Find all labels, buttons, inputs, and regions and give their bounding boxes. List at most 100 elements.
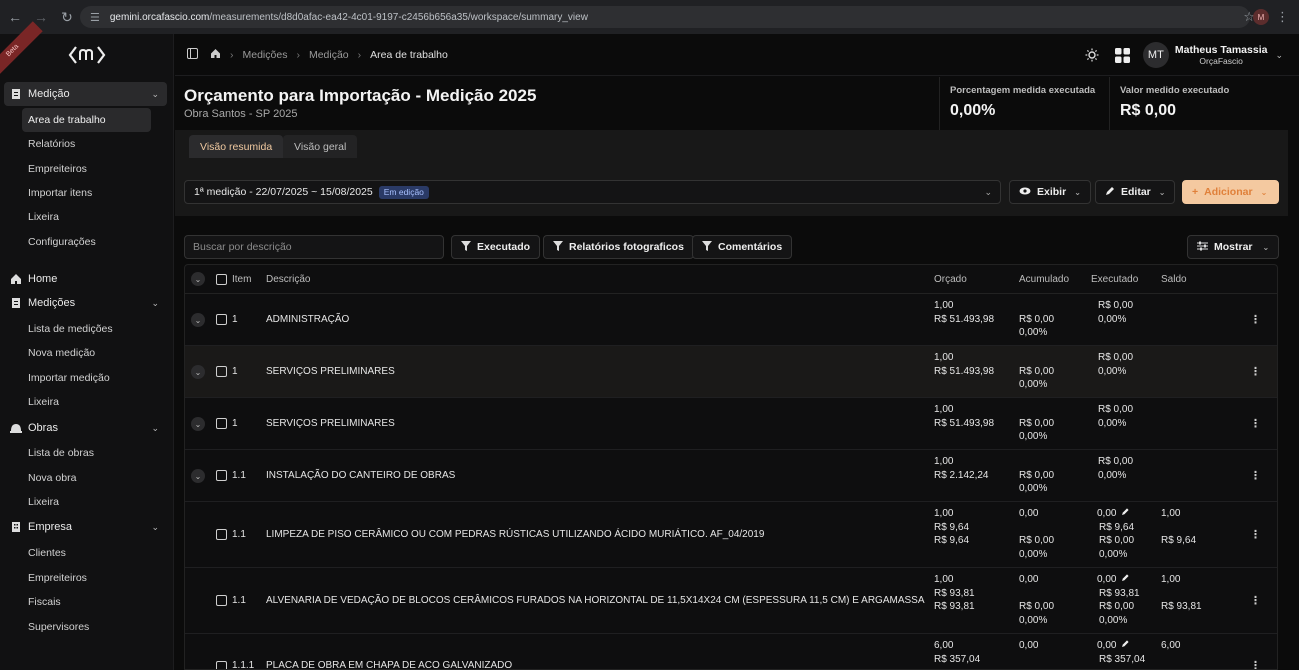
row-menu-icon[interactable]: ⋮ <box>1250 594 1261 607</box>
sidebar-item-empreiteiros[interactable]: Empreiteiros <box>22 157 151 181</box>
browser-menu-icon[interactable]: ⋮ <box>1276 9 1289 25</box>
address-bar[interactable]: ☰ gemini.orcafascio.com/measurements/d8d… <box>80 6 1250 28</box>
expand-all-icon[interactable]: ⌄ <box>191 272 205 286</box>
row-checkbox[interactable] <box>216 366 227 377</box>
chevron-down-icon[interactable]: ⌄ <box>191 417 205 431</box>
sidebar-item-empreiteiros-empresa[interactable]: Empreiteiros <box>22 566 151 590</box>
edit-pencil-icon[interactable] <box>1121 639 1130 653</box>
theme-toggle-icon[interactable] <box>1083 46 1101 64</box>
comentarios-filter-button[interactable]: Comentários <box>692 235 793 259</box>
table-row[interactable]: ⌄ 1 ADMINISTRAÇÃO 1,00 R$ 51.493,98 R$ 0,… <box>185 294 1277 346</box>
row-checkbox[interactable] <box>216 314 227 325</box>
row-checkbox[interactable] <box>216 418 227 429</box>
sidebar-item-lixeira-obras[interactable]: Lixeira <box>22 490 151 514</box>
table-row[interactable]: 1.1 LIMPEZA DE PISO CERÂMICO OU COM PEDR… <box>185 502 1277 568</box>
sidebar-section-home[interactable]: Home <box>4 267 167 291</box>
chevron-down-icon[interactable]: ⌄ <box>1275 50 1283 61</box>
reload-icon[interactable]: ↻ <box>56 6 78 28</box>
table-row[interactable]: ⌄ 1 SERVIÇOS PRELIMINARES 1,00 R$ 51.493,… <box>185 398 1277 450</box>
row-orcado: 1,00 R$ 51.493,98 <box>934 300 995 325</box>
sidebar-item-configuracoes[interactable]: Configurações <box>22 230 151 254</box>
row-menu-icon[interactable]: ⋮ <box>1250 528 1261 541</box>
row-menu-icon[interactable]: ⋮ <box>1250 313 1261 326</box>
exibir-button[interactable]: Exibir ⌄ <box>1009 180 1091 204</box>
profile-avatar[interactable]: M <box>1253 9 1269 25</box>
row-menu-icon[interactable]: ⋮ <box>1250 365 1261 378</box>
row-acumulado: 0,00 R$ 0,00 0,00% <box>1019 574 1055 626</box>
row-menu-icon[interactable]: ⋮ <box>1250 469 1261 482</box>
table-row[interactable]: 1.1 ALVENARIA DE VEDAÇÃO DE BLOCOS CERÂM… <box>185 568 1277 634</box>
adicionar-button[interactable]: + Adicionar ⌄ <box>1182 180 1279 204</box>
row-checkbox[interactable] <box>216 529 227 540</box>
sidebar-item-clientes[interactable]: Clientes <box>22 541 151 565</box>
chevron-down-icon: ⌄ <box>1260 187 1268 197</box>
chevron-down-icon[interactable]: ⌄ <box>191 365 205 379</box>
editar-button[interactable]: Editar ⌄ <box>1095 180 1176 204</box>
sidebar-toggle-icon[interactable] <box>187 48 198 62</box>
sidebar-section-empresa[interactable]: Empresa ⌄ <box>4 515 167 539</box>
sidebar-section-obras[interactable]: Obras ⌄ <box>4 416 167 440</box>
edit-pencil-icon[interactable] <box>1121 573 1130 587</box>
chevron-down-icon: ⌄ <box>1158 187 1166 197</box>
sidebar-item-supervisores[interactable]: Supervisores <box>22 615 151 639</box>
user-menu[interactable]: MT Matheus Tamassia OrçaFascio ⌄ <box>1142 42 1283 68</box>
sidebar-item-nova-medicao[interactable]: Nova medição <box>22 341 151 365</box>
chevron-down-icon[interactable]: ⌄ <box>191 313 205 327</box>
row-checkbox[interactable] <box>216 470 227 481</box>
row-item: 1 <box>232 366 238 377</box>
mostrar-button[interactable]: Mostrar ⌄ <box>1187 235 1280 259</box>
sidebar-item-area-de-trabalho[interactable]: Area de trabalho <box>22 108 151 132</box>
row-menu-icon[interactable]: ⋮ <box>1250 659 1261 669</box>
sidebar-item-importar-itens[interactable]: Importar itens <box>22 181 151 205</box>
chevron-down-icon[interactable]: ⌄ <box>151 423 159 434</box>
row-description: LIMPEZA DE PISO CERÂMICO OU COM PEDRAS R… <box>266 529 765 540</box>
app-logo[interactable] <box>66 43 108 67</box>
chevron-down-icon[interactable]: ⌄ <box>191 469 205 483</box>
tab-visao-geral[interactable]: Visão geral <box>283 135 358 158</box>
sidebar-item-lixeira[interactable]: Lixeira <box>22 205 151 229</box>
row-item: 1.1.1 <box>232 660 255 670</box>
sidebar-item-lista-de-medicoes[interactable]: Lista de medições <box>22 317 151 341</box>
sidebar-item-fiscais[interactable]: Fiscais <box>22 590 151 614</box>
row-description: SERVIÇOS PRELIMINARES <box>266 418 395 429</box>
row-orcado: 1,00 R$ 51.493,98 <box>934 352 995 377</box>
chevron-down-icon[interactable]: ⌄ <box>151 298 159 309</box>
chevron-down-icon: ⌄ <box>1262 242 1270 252</box>
home-icon[interactable] <box>210 48 221 62</box>
select-all-checkbox[interactable] <box>216 274 227 285</box>
relatorios-filter-button[interactable]: Relatórios fotograficos <box>543 235 694 259</box>
edit-pencil-icon[interactable] <box>1121 507 1130 521</box>
apps-grid-icon[interactable] <box>1113 46 1131 64</box>
site-info-icon[interactable]: ☰ <box>90 11 100 24</box>
sidebar-section-medicoes[interactable]: Medições ⌄ <box>4 291 167 315</box>
kpi-label: Porcentagem medida executada <box>950 85 1096 96</box>
chevron-down-icon[interactable]: ⌄ <box>151 522 159 533</box>
sidebar-item-lista-de-obras[interactable]: Lista de obras <box>22 441 151 465</box>
sidebar-section-medicao[interactable]: Medição ⌄ <box>4 82 167 106</box>
breadcrumb-medicao[interactable]: Medição <box>309 49 349 61</box>
table-row[interactable]: 1.1.1 PLACA DE OBRA EM CHAPA DE ACO GALV… <box>185 634 1277 670</box>
row-checkbox[interactable] <box>216 595 227 606</box>
row-executado: R$ 0,00 0,00% <box>1098 300 1134 325</box>
row-menu-icon[interactable]: ⋮ <box>1250 417 1261 430</box>
table-row[interactable]: ⌄ 1 SERVIÇOS PRELIMINARES 1,00 R$ 51.493,… <box>185 346 1277 398</box>
row-checkbox[interactable] <box>216 661 227 669</box>
row-executado: R$ 0,00 0,00% <box>1098 404 1134 429</box>
browser-toolbar: ← → ↻ ☰ gemini.orcafascio.com/measuremen… <box>0 0 1299 34</box>
table-row[interactable]: ⌄ 1.1 INSTALAÇÃO DO CANTEIRO DE OBRAS 1,… <box>185 450 1277 502</box>
executado-filter-button[interactable]: Executado <box>451 235 541 259</box>
editar-label: Editar <box>1121 186 1151 198</box>
sidebar-item-relatorios[interactable]: Relatórios <box>22 132 151 156</box>
back-icon[interactable]: ← <box>4 6 26 28</box>
plus-icon: + <box>1192 186 1199 198</box>
search-input[interactable] <box>184 235 444 259</box>
sidebar-item-importar-medicao[interactable]: Importar medição <box>22 366 151 390</box>
measurement-select[interactable]: 1ª medição - 22/07/2025 ~ 15/08/2025 Em … <box>184 180 1001 204</box>
chevron-down-icon[interactable]: ⌄ <box>151 89 159 100</box>
sidebar-item-nova-obra[interactable]: Nova obra <box>22 466 151 490</box>
sidebar-item-lixeira-medicoes[interactable]: Lixeira <box>22 390 151 414</box>
tab-visao-resumida[interactable]: Visão resumida <box>189 135 284 158</box>
breadcrumb-medicoes[interactable]: Medições <box>243 49 288 61</box>
row-item: 1 <box>232 418 238 429</box>
filters-bar: Executado Relatórios fotograficos Coment… <box>175 224 1288 264</box>
